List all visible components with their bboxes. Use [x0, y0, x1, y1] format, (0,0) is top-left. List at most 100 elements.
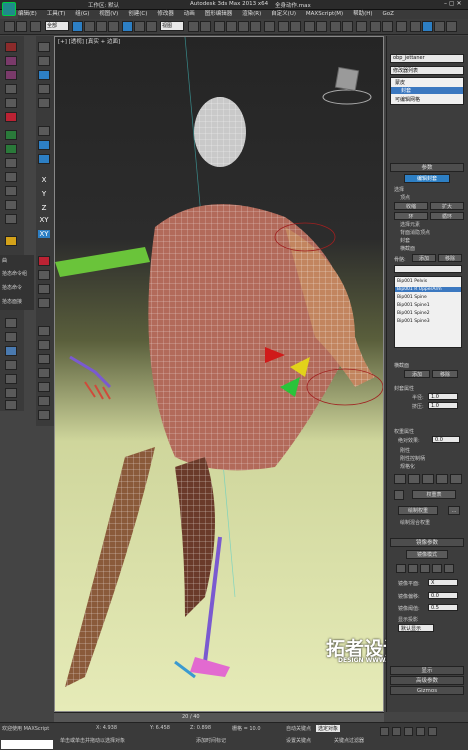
display-rollout[interactable]: 显示 [390, 666, 464, 675]
bone-list[interactable]: Bip001 Pelvis Bip001 R UpperArm Bip001 S… [394, 276, 462, 348]
wrench-icon[interactable] [394, 490, 404, 500]
render-production-icon[interactable] [396, 21, 407, 32]
time-slider[interactable]: 20 / 40 [54, 712, 384, 722]
loop-button[interactable]: 循环 [430, 212, 464, 220]
command-item[interactable]: 曲 [2, 257, 7, 264]
bone-item[interactable]: Bip001 Spine2 [397, 311, 430, 316]
anim-icon-11[interactable] [38, 410, 50, 420]
rigid-checkbox[interactable]: 刚性 [400, 447, 410, 454]
modifier-list-dropdown[interactable]: 修改器列表 [390, 66, 464, 75]
command-item[interactable]: 拾态面接 [2, 298, 22, 305]
hair-tool-icon[interactable] [5, 214, 17, 224]
schematic-view-icon[interactable] [342, 21, 353, 32]
remove-bone-button[interactable]: 移除 [438, 254, 462, 262]
select-manipulate-icon[interactable] [200, 21, 211, 32]
cloth-tool-icon[interactable] [5, 200, 17, 210]
render-setup-icon[interactable] [370, 21, 381, 32]
exclude-vertices-icon[interactable] [394, 474, 406, 484]
rotate-icon[interactable] [134, 21, 145, 32]
grow-button[interactable]: 扩大 [430, 202, 464, 210]
constraint-icon-5[interactable] [38, 98, 50, 108]
bone-item-selected[interactable]: Bip001 R UpperArm [395, 287, 461, 292]
angle-snap-icon[interactable] [226, 21, 237, 32]
percent-snap-icon[interactable] [238, 21, 249, 32]
paint-options-button[interactable]: ... [448, 506, 460, 515]
redo-icon[interactable] [16, 21, 27, 32]
mirror-rollout[interactable]: 镜像参数 [390, 538, 464, 547]
pivot-icon[interactable] [188, 21, 199, 32]
ring-button[interactable]: 环 [394, 212, 428, 220]
display-projection-dropdown[interactable]: 默认显示 [398, 624, 434, 632]
backface-cull-checkbox[interactable]: 背面消隐顶点 [400, 229, 430, 236]
select-by-name-icon[interactable] [84, 21, 95, 32]
advanced-rollout[interactable]: 高级参数 [390, 676, 464, 685]
paint-weights-button[interactable]: 绘制权重 [398, 506, 438, 515]
envelope-tool-icon[interactable] [5, 172, 17, 182]
window-crossing-icon[interactable] [108, 21, 119, 32]
stack-item-envelope[interactable]: 封套 [391, 87, 463, 94]
weight-table-button[interactable]: 权重表 [412, 490, 456, 499]
mirror-icon-3[interactable] [420, 564, 430, 573]
axis-xy-active-button[interactable]: XY [38, 230, 50, 238]
rect-selection-icon[interactable] [96, 21, 107, 32]
mirror-offset-spinner[interactable]: 0.0 [428, 592, 458, 599]
biped-tool-icon[interactable] [5, 112, 17, 122]
menu-help[interactable]: 帮助(H) [353, 10, 372, 19]
align-icon[interactable] [290, 21, 301, 32]
key-filters-button[interactable]: 关键点过滤器 [334, 737, 364, 744]
go-end-icon[interactable] [427, 727, 437, 736]
scale-icon[interactable] [146, 21, 157, 32]
gizmos-rollout[interactable]: Gizmos [390, 686, 464, 695]
utility-icon-6[interactable] [5, 388, 17, 398]
utility-icon-3[interactable] [5, 346, 17, 356]
axis-x-button[interactable]: X [38, 176, 50, 184]
mirror-plane-dropdown[interactable]: X [428, 579, 458, 586]
command-item[interactable]: 拾态命令组 [2, 270, 27, 277]
utility-icon-4[interactable] [5, 360, 17, 370]
undo-icon[interactable] [4, 21, 15, 32]
selected-dropdown[interactable]: 选定对象 [316, 725, 341, 732]
select-link-icon[interactable] [30, 21, 41, 32]
mirror-icon-2[interactable] [408, 564, 418, 573]
weight-tool-icon[interactable] [5, 158, 17, 168]
edit-envelope-button[interactable]: 编辑封套 [404, 174, 450, 183]
set-key-button[interactable]: 设置关键点 [286, 737, 311, 744]
normalize-checkbox[interactable]: 规格化 [400, 463, 415, 470]
skin-tool-icon[interactable] [5, 130, 17, 140]
radius-spinner[interactable]: 1.0 [428, 393, 458, 400]
mirror-mode-button[interactable]: 镜像模式 [406, 550, 448, 559]
menu-modifiers[interactable]: 修改器 [157, 10, 174, 19]
anim-icon-1[interactable] [38, 256, 50, 266]
bone-item[interactable]: Bip001 Spine3 [397, 319, 430, 324]
workspace-label[interactable]: 工作区: 默认 [88, 1, 119, 9]
vertices-checkbox[interactable]: 顶点 [400, 194, 410, 201]
material-editor-icon[interactable] [356, 21, 367, 32]
menu-animation[interactable]: 动画 [184, 10, 195, 19]
hierarchy-panel-icon[interactable] [434, 21, 445, 32]
axis-y-button[interactable]: Y [38, 190, 50, 198]
menu-graph-editors[interactable]: 图形编辑器 [205, 10, 233, 19]
utility-icon-1[interactable] [5, 318, 17, 328]
app-logo-icon[interactable] [2, 2, 16, 16]
bake-weights-icon[interactable] [436, 474, 448, 484]
coord-y[interactable]: Y: 6.458 [150, 725, 170, 731]
anim-icon-5[interactable] [38, 326, 50, 336]
anim-icon-9[interactable] [38, 382, 50, 392]
select-tool-icon[interactable] [5, 42, 17, 52]
perspective-viewport[interactable] [54, 36, 384, 712]
stack-item-skin[interactable]: 蒙皮 [395, 79, 405, 86]
bone-item[interactable]: Bip001 Pelvis [397, 279, 427, 284]
paint-blend-checkbox[interactable]: 绘制混合权重 [400, 519, 430, 526]
bone-item[interactable]: Bip001 Spine [397, 295, 427, 300]
params-rollout[interactable]: 参数 [390, 163, 464, 172]
abs-effect-spinner[interactable]: 0.0 [432, 436, 460, 443]
menu-customize[interactable]: 自定义(U) [271, 10, 296, 19]
select-object-icon[interactable] [72, 21, 83, 32]
anim-icon-4[interactable] [38, 298, 50, 308]
physique-tool-icon[interactable] [5, 144, 17, 154]
move-icon[interactable] [122, 21, 133, 32]
remove-cross-section-button[interactable]: 移除 [432, 370, 458, 378]
play-icon[interactable] [403, 727, 413, 736]
unlink-tool-icon[interactable] [5, 98, 17, 108]
weight-tool-icon[interactable] [450, 474, 462, 484]
